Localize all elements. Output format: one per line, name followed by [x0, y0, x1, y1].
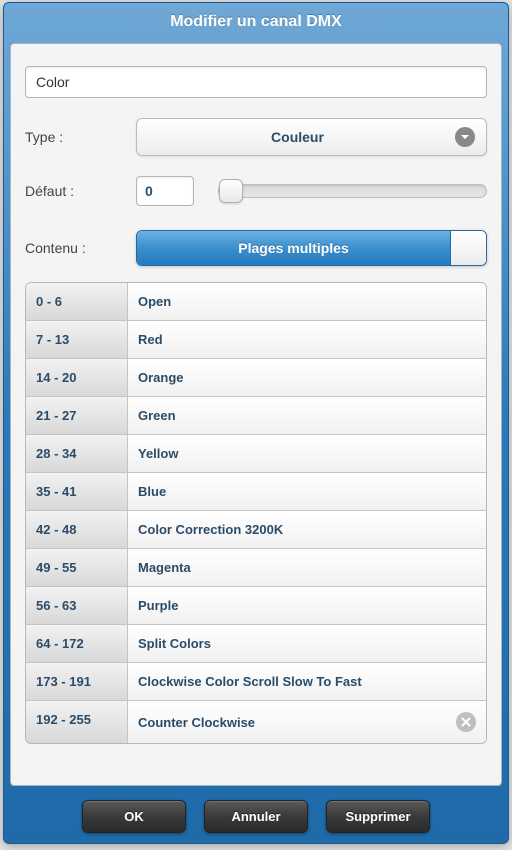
- ranges-table: 0 - 6 Open 7 - 13 Red 14 - 20 Orange 21 - 27 Gr…: [25, 282, 487, 744]
- default-slider[interactable]: [218, 184, 487, 198]
- type-label: Type :: [25, 129, 120, 145]
- table-row[interactable]: 7 - 13 Red: [26, 321, 486, 359]
- type-select[interactable]: Couleur: [136, 118, 487, 156]
- content-row: Contenu : Plages multiples: [25, 230, 487, 266]
- range-key: 64 - 172: [26, 625, 128, 662]
- type-select-wrap: Couleur: [136, 118, 487, 156]
- table-row[interactable]: 173 - 191 Clockwise Color Scroll Slow To …: [26, 663, 486, 701]
- range-key: 21 - 27: [26, 397, 128, 434]
- range-key: 192 - 255: [26, 701, 128, 743]
- range-label: Magenta: [138, 560, 476, 575]
- range-label: Clockwise Color Scroll Slow To Fast: [138, 674, 476, 689]
- channel-name-input[interactable]: [25, 66, 487, 98]
- delete-button[interactable]: Supprimer: [326, 800, 430, 833]
- range-value: Purple: [128, 587, 486, 624]
- range-key: 7 - 13: [26, 321, 128, 358]
- range-label: Yellow: [138, 446, 476, 461]
- table-row[interactable]: 49 - 55 Magenta: [26, 549, 486, 587]
- range-label: Orange: [138, 370, 476, 385]
- range-value: Orange: [128, 359, 486, 396]
- cancel-button[interactable]: Annuler: [204, 800, 308, 833]
- range-key: 28 - 34: [26, 435, 128, 472]
- default-label: Défaut :: [25, 183, 120, 199]
- range-value: Counter Clockwise: [128, 701, 486, 743]
- table-row[interactable]: 28 - 34 Yellow: [26, 435, 486, 473]
- range-label: Color Correction 3200K: [138, 522, 476, 537]
- range-value: Color Correction 3200K: [128, 511, 486, 548]
- chevron-down-icon[interactable]: [455, 127, 475, 147]
- close-icon[interactable]: [456, 712, 476, 732]
- ok-button[interactable]: OK: [82, 800, 186, 833]
- range-value: Red: [128, 321, 486, 358]
- range-key: 56 - 63: [26, 587, 128, 624]
- range-label: Red: [138, 332, 476, 347]
- range-value: Clockwise Color Scroll Slow To Fast: [128, 663, 486, 700]
- dialog-window: Modifier un canal DMX Type : Couleur Déf…: [3, 2, 509, 844]
- range-label: Split Colors: [138, 636, 476, 651]
- range-label: Counter Clockwise: [138, 715, 456, 730]
- range-key: 0 - 6: [26, 283, 128, 320]
- table-row[interactable]: 64 - 172 Split Colors: [26, 625, 486, 663]
- dialog-footer: OK Annuler Supprimer: [4, 786, 508, 843]
- range-value: Yellow: [128, 435, 486, 472]
- content-mode-button: Plages multiples: [136, 230, 487, 266]
- range-key: 35 - 41: [26, 473, 128, 510]
- range-key: 42 - 48: [26, 511, 128, 548]
- table-row[interactable]: 35 - 41 Blue: [26, 473, 486, 511]
- slider-thumb[interactable]: [219, 179, 243, 203]
- table-row[interactable]: 21 - 27 Green: [26, 397, 486, 435]
- content-label: Contenu :: [25, 240, 120, 256]
- range-label: Blue: [138, 484, 476, 499]
- table-row[interactable]: 192 - 255 Counter Clockwise: [26, 701, 486, 743]
- range-label: Purple: [138, 598, 476, 613]
- range-value: Open: [128, 283, 486, 320]
- dialog-title: Modifier un canal DMX: [4, 3, 508, 43]
- table-row[interactable]: 0 - 6 Open: [26, 283, 486, 321]
- table-row[interactable]: 42 - 48 Color Correction 3200K: [26, 511, 486, 549]
- range-label: Green: [138, 408, 476, 423]
- table-row[interactable]: 14 - 20 Orange: [26, 359, 486, 397]
- range-value: Green: [128, 397, 486, 434]
- range-value: Split Colors: [128, 625, 486, 662]
- default-row: Défaut :: [25, 176, 487, 206]
- range-value: Blue: [128, 473, 486, 510]
- content-mode-main[interactable]: Plages multiples: [137, 231, 450, 265]
- table-row[interactable]: 56 - 63 Purple: [26, 587, 486, 625]
- content-mode-side[interactable]: [450, 231, 486, 265]
- type-row: Type : Couleur: [25, 118, 487, 156]
- dialog-content: Type : Couleur Défaut : Contenu : Plages…: [10, 43, 502, 786]
- range-label: Open: [138, 294, 476, 309]
- range-value: Magenta: [128, 549, 486, 586]
- range-key: 173 - 191: [26, 663, 128, 700]
- range-key: 14 - 20: [26, 359, 128, 396]
- default-value-input[interactable]: [136, 176, 194, 206]
- range-key: 49 - 55: [26, 549, 128, 586]
